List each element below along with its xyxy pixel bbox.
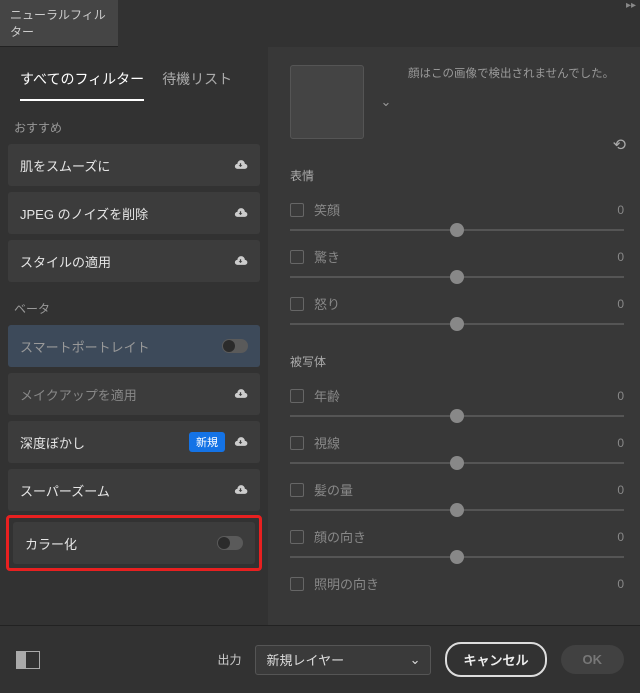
group-expression: 表情 — [290, 167, 624, 184]
slider-value: 0 — [617, 297, 624, 311]
group-subject: 被写体 — [290, 353, 624, 370]
tab-wait-list[interactable]: 待機リスト — [162, 69, 232, 101]
filter-label: 肌をスムーズに — [20, 156, 110, 175]
toggle-switch[interactable] — [222, 339, 248, 353]
face-detect-message: 顔はこの画像で検出されませんでした。 — [408, 65, 624, 83]
slider-knob[interactable] — [450, 270, 464, 284]
slider-label: 驚き — [314, 247, 340, 266]
section-beta: ベータ — [0, 282, 268, 325]
filter-smart-portrait[interactable]: スマートポートレイト — [8, 325, 260, 367]
slider-label: 視線 — [314, 433, 340, 452]
filter-skin-smooth[interactable]: 肌をスムーズに — [8, 144, 260, 186]
filter-colorize[interactable]: カラー化 — [13, 522, 255, 564]
preview-thumbnail[interactable] — [290, 65, 364, 139]
section-featured: おすすめ — [0, 101, 268, 144]
slider-knob[interactable] — [450, 456, 464, 470]
settings-panel: ⌄ 顔はこの画像で検出されませんでした。 ⟲ 表情 笑顔 0 驚き 0 怒り 0 — [268, 47, 640, 649]
chevron-down-icon: ⌄ — [410, 652, 421, 668]
filter-jpeg-noise[interactable]: JPEG のノイズを削除 — [8, 192, 260, 234]
layer-preview-icon[interactable] — [16, 651, 40, 669]
slider-knob[interactable] — [450, 317, 464, 331]
checkbox[interactable] — [290, 483, 304, 497]
toggle-switch[interactable] — [217, 536, 243, 550]
slider-value: 0 — [617, 203, 624, 217]
new-badge: 新規 — [189, 432, 225, 452]
output-label: 出力 — [217, 651, 241, 668]
cloud-download-icon[interactable] — [233, 254, 248, 269]
slider-light-dir[interactable]: 照明の向き 0 — [290, 574, 624, 593]
cloud-download-icon[interactable] — [233, 158, 248, 173]
slider-age[interactable]: 年齢 0 — [290, 386, 624, 417]
slider-face-dir[interactable]: 顔の向き 0 — [290, 527, 624, 558]
ok-button[interactable]: OK — [561, 645, 625, 674]
filter-style-apply[interactable]: スタイルの適用 — [8, 240, 260, 282]
filter-label: メイクアップを適用 — [20, 385, 137, 404]
slider-label: 照明の向き — [314, 574, 379, 593]
checkbox[interactable] — [290, 203, 304, 217]
slider-label: 怒り — [314, 294, 340, 313]
slider-knob[interactable] — [450, 223, 464, 237]
filter-super-zoom[interactable]: スーパーズーム — [8, 469, 260, 511]
filter-label: カラー化 — [25, 534, 77, 553]
checkbox[interactable] — [290, 530, 304, 544]
reset-icon[interactable]: ⟲ — [613, 135, 626, 155]
cloud-download-icon[interactable] — [233, 387, 248, 402]
slider-knob[interactable] — [450, 550, 464, 564]
checkbox[interactable] — [290, 577, 304, 591]
filter-label: 深度ぼかし — [20, 433, 85, 452]
slider-hair[interactable]: 髪の量 0 — [290, 480, 624, 511]
slider-knob[interactable] — [450, 503, 464, 517]
filter-label: スタイルの適用 — [20, 252, 111, 271]
select-value: 新規レイヤー — [266, 650, 344, 669]
checkbox[interactable] — [290, 297, 304, 311]
filter-sidebar: すべてのフィルター 待機リスト おすすめ 肌をスムーズに JPEG のノイズを削… — [0, 47, 268, 649]
slider-surprise[interactable]: 驚き 0 — [290, 247, 624, 278]
slider-value: 0 — [617, 483, 624, 497]
cancel-button[interactable]: キャンセル — [445, 642, 546, 677]
checkbox[interactable] — [290, 250, 304, 264]
panel-title: ニューラルフィルター — [0, 0, 118, 47]
footer-bar: 出力 新規レイヤー ⌄ キャンセル OK — [0, 625, 640, 693]
slider-smile[interactable]: 笑顔 0 — [290, 200, 624, 231]
slider-value: 0 — [617, 250, 624, 264]
output-select[interactable]: 新規レイヤー ⌄ — [255, 645, 431, 675]
checkbox[interactable] — [290, 389, 304, 403]
slider-label: 髪の量 — [314, 480, 353, 499]
filter-makeup[interactable]: メイクアップを適用 — [8, 373, 260, 415]
slider-value: 0 — [617, 577, 624, 591]
slider-label: 笑顔 — [314, 200, 340, 219]
highlighted-filter: カラー化 — [6, 515, 262, 571]
slider-value: 0 — [617, 436, 624, 450]
slider-anger[interactable]: 怒り 0 — [290, 294, 624, 325]
cloud-download-icon[interactable] — [233, 435, 248, 450]
checkbox[interactable] — [290, 436, 304, 450]
chevron-down-icon[interactable]: ⌄ — [376, 65, 396, 139]
collapse-icon[interactable]: ▸▸ — [626, 0, 636, 11]
slider-knob[interactable] — [450, 409, 464, 423]
filter-label: スマートポートレイト — [20, 337, 150, 356]
filter-depth-blur[interactable]: 深度ぼかし 新規 — [8, 421, 260, 463]
slider-gaze[interactable]: 視線 0 — [290, 433, 624, 464]
filter-label: JPEG のノイズを削除 — [20, 204, 148, 223]
slider-value: 0 — [617, 389, 624, 403]
cloud-download-icon[interactable] — [233, 483, 248, 498]
slider-value: 0 — [617, 530, 624, 544]
tab-all-filters[interactable]: すべてのフィルター — [20, 69, 144, 101]
cloud-download-icon[interactable] — [233, 206, 248, 221]
slider-label: 顔の向き — [314, 527, 366, 546]
filter-label: スーパーズーム — [20, 481, 110, 500]
slider-label: 年齢 — [314, 386, 340, 405]
